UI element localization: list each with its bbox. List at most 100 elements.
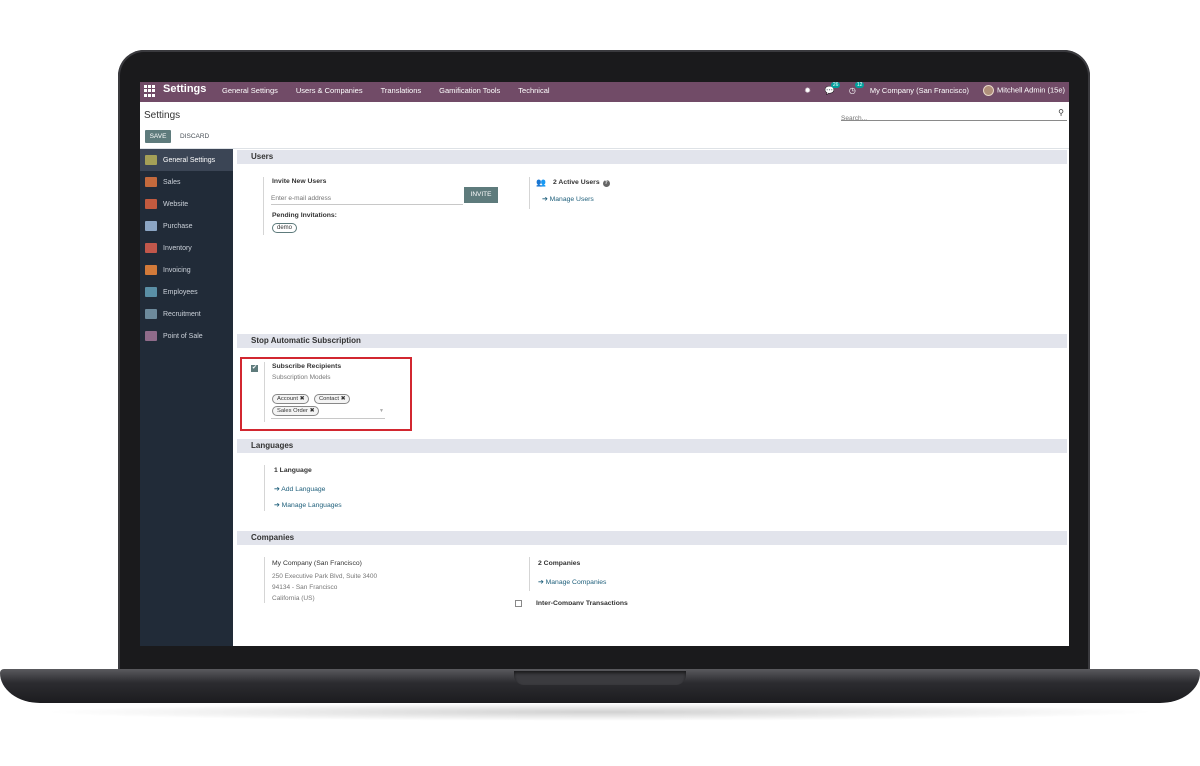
remove-tag-icon[interactable]: ✖: [341, 396, 346, 402]
search-input[interactable]: [841, 112, 1041, 125]
top-menu: General Settings Users & Companies Trans…: [222, 86, 550, 95]
sidebar-item-sales[interactable]: Sales: [140, 171, 233, 193]
sidebar-item-label: Employees: [163, 288, 198, 296]
sidebar-item-label: Point of Sale: [163, 332, 203, 340]
navbar-systray: ✹ 💬 26 ◷ 12 My Company (San Francisco) Mit…: [804, 82, 1065, 96]
sidebar-item-label: Recruitment: [163, 310, 201, 318]
top-navbar: Settings General Settings Users & Compan…: [140, 82, 1069, 102]
language-count: 1 Language: [274, 467, 312, 474]
control-panel: Settings SAVE DISCARD ⚲: [140, 102, 1069, 149]
sidebar-item-employees[interactable]: Employees: [140, 281, 233, 303]
menu-gamification-tools[interactable]: Gamification Tools: [439, 86, 500, 95]
divider: [529, 177, 530, 209]
tag-sales-order[interactable]: Sales Order ✖: [272, 406, 320, 416]
tag-label: Account: [277, 396, 298, 402]
page-title: Settings: [144, 110, 181, 121]
user-menu[interactable]: Mitchell Admin (15e): [983, 85, 1065, 96]
invoicing-icon: [145, 265, 157, 275]
tag-account[interactable]: Account ✖: [272, 394, 310, 404]
company-count: 2 Companies: [538, 560, 581, 567]
section-heading-companies: Companies: [237, 531, 1067, 545]
messages-icon[interactable]: 💬 26: [825, 82, 841, 95]
pending-invitation-badge[interactable]: demo: [272, 223, 298, 233]
divider: [529, 557, 530, 591]
manage-languages-label: Manage Languages: [281, 502, 342, 509]
tag-label: Sales Order: [277, 408, 308, 414]
sidebar-item-general-settings[interactable]: General Settings: [140, 149, 233, 171]
sidebar-item-invoicing[interactable]: Invoicing: [140, 259, 233, 281]
tag-contact[interactable]: Contact ✖: [314, 394, 351, 404]
settings-content: Users Invite New Users INVITE Pending In…: [233, 149, 1069, 646]
search-icon[interactable]: ⚲: [1058, 108, 1064, 117]
manage-companies-label: Manage Companies: [545, 579, 607, 586]
app-brand[interactable]: Settings: [163, 83, 206, 95]
subscription-models-label: Subscription Models: [272, 374, 331, 381]
email-field[interactable]: [271, 193, 463, 205]
general-settings-icon: [145, 155, 157, 165]
settings-sidebar: General Settings Sales Website Purchase …: [140, 149, 233, 646]
user-name: Mitchell Admin (15e): [997, 85, 1065, 95]
manage-languages-link[interactable]: ➔ Manage Languages: [274, 501, 342, 509]
save-button[interactable]: SAVE: [145, 130, 171, 143]
inter-company-checkbox[interactable]: [515, 600, 522, 607]
menu-technical[interactable]: Technical: [518, 86, 549, 95]
website-icon: [145, 199, 157, 209]
activity-badge: 12: [854, 82, 865, 88]
sidebar-item-label: Purchase: [163, 222, 193, 230]
chevron-down-icon[interactable]: ▼: [379, 408, 384, 414]
remove-tag-icon[interactable]: ✖: [300, 396, 305, 402]
company-address-line3: California (US): [272, 595, 315, 602]
add-language-label: Add Language: [281, 486, 326, 493]
sidebar-item-label: Invoicing: [163, 266, 191, 274]
bug-icon[interactable]: ✹: [804, 86, 811, 95]
divider: [263, 177, 264, 235]
manage-users-label: Manage Users: [549, 196, 594, 203]
invite-users-label: Invite New Users: [272, 178, 327, 185]
purchase-icon: [145, 221, 157, 231]
pending-invitations-label: Pending Invitations:: [272, 212, 337, 219]
company-address-line1: 250 Executive Park Blvd, Suite 3400: [272, 573, 378, 580]
divider: [264, 557, 265, 603]
active-users-count: 2 Active Users: [553, 179, 600, 186]
company-switcher[interactable]: My Company (San Francisco): [870, 86, 969, 95]
sidebar-item-recruitment[interactable]: Recruitment: [140, 303, 233, 325]
invite-button[interactable]: INVITE: [464, 187, 498, 203]
manage-companies-link[interactable]: ➔ Manage Companies: [538, 578, 606, 586]
sidebar-item-label: Sales: [163, 178, 181, 186]
section-heading-users: Users: [237, 150, 1067, 164]
apps-menu-icon[interactable]: [144, 85, 156, 97]
company-name: My Company (San Francisco): [272, 560, 362, 567]
subscribe-recipients-label: Subscribe Recipients: [272, 363, 342, 370]
add-language-link[interactable]: ➔ Add Language: [274, 485, 325, 493]
point-of-sale-icon: [145, 331, 157, 341]
avatar: [983, 85, 995, 96]
active-users-label: 2 Active Users?: [553, 179, 610, 187]
users-icon: 👥: [536, 178, 546, 187]
menu-translations[interactable]: Translations: [381, 86, 422, 95]
inter-company-label: Inter-Company Transactions: [536, 600, 628, 605]
section-heading-languages: Languages: [237, 439, 1067, 453]
sidebar-item-point-of-sale[interactable]: Point of Sale: [140, 325, 233, 347]
search-bar: ⚲: [841, 107, 1067, 125]
remove-tag-icon[interactable]: ✖: [310, 408, 315, 414]
sidebar-item-inventory[interactable]: Inventory: [140, 237, 233, 259]
inventory-icon: [145, 243, 157, 253]
employees-icon: [145, 287, 157, 297]
divider: [264, 362, 265, 422]
laptop-shadow: [40, 703, 1160, 721]
recruitment-icon: [145, 309, 157, 319]
subscribe-recipients-checkbox[interactable]: ✔: [251, 365, 258, 372]
sidebar-item-purchase[interactable]: Purchase: [140, 215, 233, 237]
tag-label: Contact: [319, 396, 339, 402]
help-icon[interactable]: ?: [602, 180, 610, 187]
menu-users-companies[interactable]: Users & Companies: [296, 86, 363, 95]
messages-badge: 26: [830, 82, 841, 88]
activity-icon[interactable]: ◷ 12: [849, 82, 865, 95]
manage-users-link[interactable]: ➔ Manage Users: [542, 195, 594, 203]
laptop-notch: [514, 671, 686, 685]
menu-general-settings[interactable]: General Settings: [222, 86, 278, 95]
discard-button[interactable]: DISCARD: [180, 130, 209, 143]
company-address-line2: 94134 - San Francisco: [272, 584, 338, 591]
tags-input-underline: [271, 418, 385, 419]
sidebar-item-website[interactable]: Website: [140, 193, 233, 215]
